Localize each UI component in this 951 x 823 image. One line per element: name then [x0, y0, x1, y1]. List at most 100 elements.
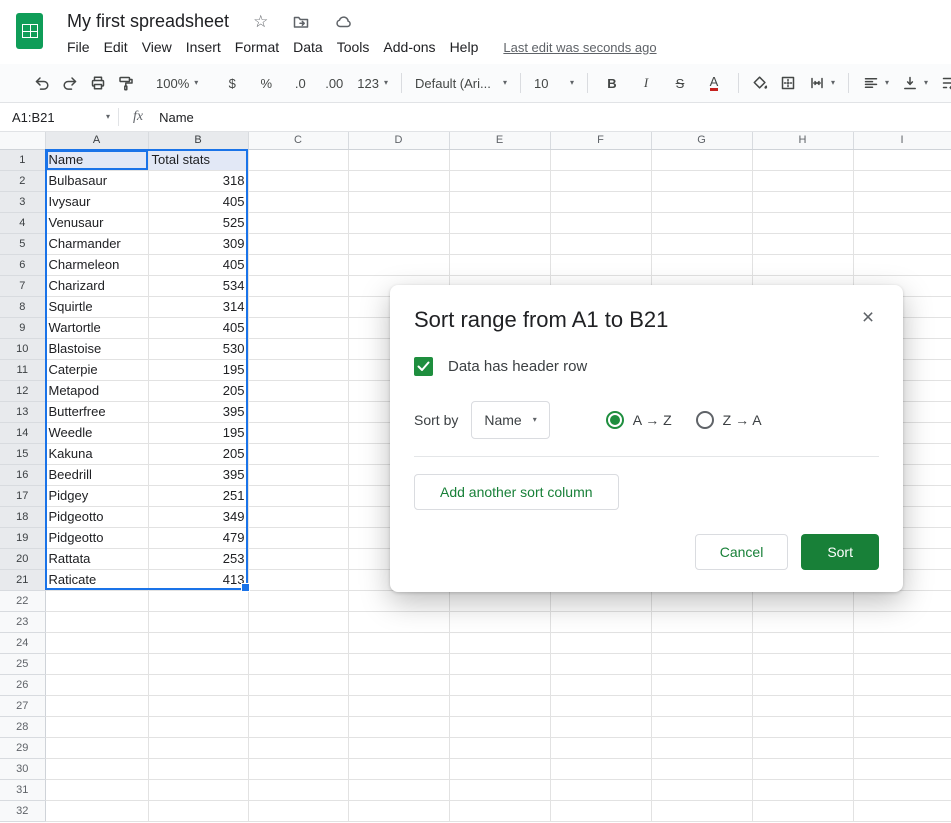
cell-B15[interactable]: 205 [148, 443, 249, 465]
row-header-23[interactable]: 23 [0, 611, 46, 633]
cell-B10[interactable]: 530 [148, 338, 249, 360]
cell-A22[interactable] [45, 590, 149, 612]
col-header-I[interactable]: I [853, 132, 951, 150]
cell-D29[interactable] [348, 737, 450, 759]
cell-G6[interactable] [651, 254, 753, 276]
cell-D30[interactable] [348, 758, 450, 780]
cell-H32[interactable] [752, 800, 854, 822]
cell-A14[interactable]: Weedle [45, 422, 149, 444]
cell-G29[interactable] [651, 737, 753, 759]
cell-C15[interactable] [248, 443, 349, 465]
borders-icon[interactable] [775, 70, 801, 96]
row-header-30[interactable]: 30 [0, 758, 46, 780]
cell-D5[interactable] [348, 233, 450, 255]
row-header-17[interactable]: 17 [0, 485, 46, 507]
cell-B4[interactable]: 525 [148, 212, 249, 234]
cell-I27[interactable] [853, 695, 951, 717]
cell-B5[interactable]: 309 [148, 233, 249, 255]
cell-C16[interactable] [248, 464, 349, 486]
radio-z-to-a[interactable]: Z → A [695, 411, 762, 429]
cell-A19[interactable]: Pidgeotto [45, 527, 149, 549]
cell-C18[interactable] [248, 506, 349, 528]
text-color-button[interactable]: A [698, 70, 730, 96]
cell-D2[interactable] [348, 170, 450, 192]
cell-E31[interactable] [449, 779, 551, 801]
cell-D25[interactable] [348, 653, 450, 675]
cell-C31[interactable] [248, 779, 349, 801]
cell-A9[interactable]: Wartortle [45, 317, 149, 339]
row-header-22[interactable]: 22 [0, 590, 46, 612]
redo-icon[interactable] [57, 70, 83, 96]
cell-A32[interactable] [45, 800, 149, 822]
cell-B29[interactable] [148, 737, 249, 759]
cell-I25[interactable] [853, 653, 951, 675]
cell-H2[interactable] [752, 170, 854, 192]
cell-A26[interactable] [45, 674, 149, 696]
cell-G23[interactable] [651, 611, 753, 633]
cell-H1[interactable] [752, 149, 854, 171]
cell-A30[interactable] [45, 758, 149, 780]
cell-D22[interactable] [348, 590, 450, 612]
zoom-select[interactable]: 100% ▾ [151, 70, 203, 96]
cell-C32[interactable] [248, 800, 349, 822]
cell-A5[interactable]: Charmander [45, 233, 149, 255]
cell-F5[interactable] [550, 233, 652, 255]
cell-F4[interactable] [550, 212, 652, 234]
cell-B27[interactable] [148, 695, 249, 717]
row-header-6[interactable]: 6 [0, 254, 46, 276]
row-header-12[interactable]: 12 [0, 380, 46, 402]
cell-F22[interactable] [550, 590, 652, 612]
cell-G28[interactable] [651, 716, 753, 738]
cancel-button[interactable]: Cancel [694, 534, 789, 570]
row-header-31[interactable]: 31 [0, 779, 46, 801]
cell-B12[interactable]: 205 [148, 380, 249, 402]
cell-H29[interactable] [752, 737, 854, 759]
cell-A7[interactable]: Charizard [45, 275, 149, 297]
cell-H24[interactable] [752, 632, 854, 654]
cell-I4[interactable] [853, 212, 951, 234]
cell-B9[interactable]: 405 [148, 317, 249, 339]
menu-insert[interactable]: Insert [179, 37, 228, 57]
cell-I26[interactable] [853, 674, 951, 696]
cell-F24[interactable] [550, 632, 652, 654]
cell-A16[interactable]: Beedrill [45, 464, 149, 486]
cell-I30[interactable] [853, 758, 951, 780]
cell-C5[interactable] [248, 233, 349, 255]
strikethrough-button[interactable]: S [664, 70, 696, 96]
row-header-4[interactable]: 4 [0, 212, 46, 234]
cell-H26[interactable] [752, 674, 854, 696]
cell-C21[interactable] [248, 569, 349, 591]
sheets-logo-icon[interactable] [16, 13, 43, 49]
font-size-select[interactable]: 10 ▾ [529, 70, 579, 96]
cell-I3[interactable] [853, 191, 951, 213]
cell-A18[interactable]: Pidgeotto [45, 506, 149, 528]
cell-I22[interactable] [853, 590, 951, 612]
cell-B31[interactable] [148, 779, 249, 801]
row-header-29[interactable]: 29 [0, 737, 46, 759]
cell-C22[interactable] [248, 590, 349, 612]
cell-B24[interactable] [148, 632, 249, 654]
increase-decimal-button[interactable]: .00 [318, 70, 350, 96]
cell-B22[interactable] [148, 590, 249, 612]
cell-C8[interactable] [248, 296, 349, 318]
decrease-decimal-button[interactable]: .0 [284, 70, 316, 96]
percent-format-button[interactable]: % [250, 70, 282, 96]
undo-icon[interactable] [29, 70, 55, 96]
menu-file[interactable]: File [60, 37, 97, 57]
row-header-25[interactable]: 25 [0, 653, 46, 675]
sort-column-select[interactable]: Name ▾ [471, 401, 550, 439]
cell-A13[interactable]: Butterfree [45, 401, 149, 423]
cell-B13[interactable]: 395 [148, 401, 249, 423]
menu-data[interactable]: Data [286, 37, 330, 57]
close-icon[interactable]: × [854, 304, 882, 332]
cell-C13[interactable] [248, 401, 349, 423]
bold-button[interactable]: B [596, 70, 628, 96]
cell-G25[interactable] [651, 653, 753, 675]
col-header-H[interactable]: H [752, 132, 854, 150]
cell-C11[interactable] [248, 359, 349, 381]
col-header-G[interactable]: G [651, 132, 753, 150]
cell-G3[interactable] [651, 191, 753, 213]
cell-I6[interactable] [853, 254, 951, 276]
cell-B1[interactable]: Total stats [148, 149, 249, 171]
cell-F29[interactable] [550, 737, 652, 759]
